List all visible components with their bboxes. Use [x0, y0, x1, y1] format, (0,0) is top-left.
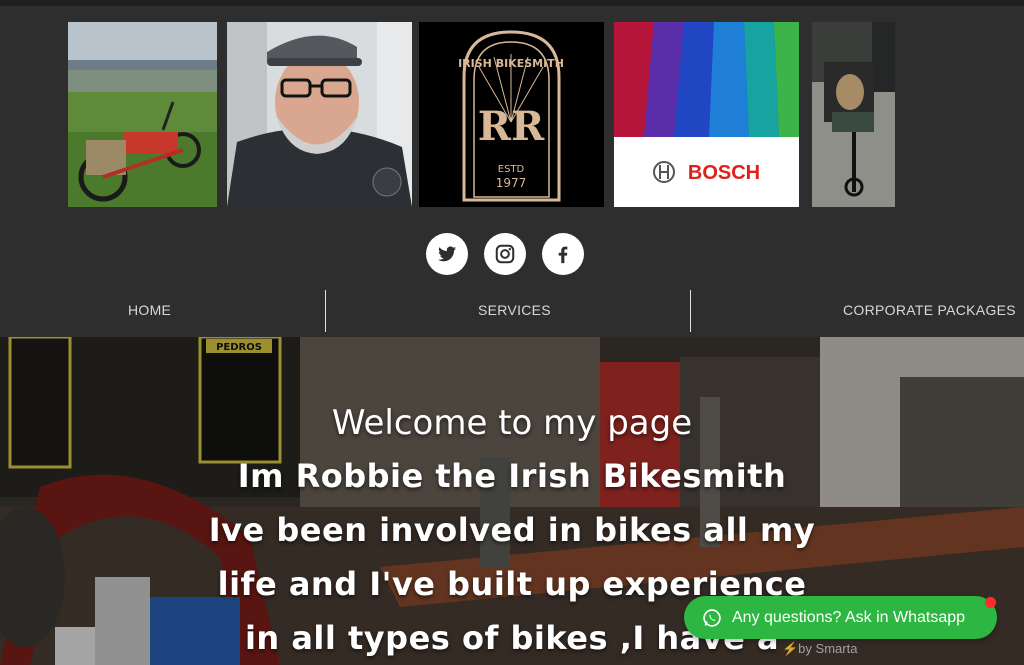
bearded-man-selfie-photo — [227, 22, 412, 207]
main-nav: HOME SERVICES CORPORATE PACKAGES — [0, 287, 1024, 337]
nav-item-corporate-packages[interactable]: CORPORATE PACKAGES — [843, 287, 1016, 337]
gallery-photo-portrait[interactable] — [227, 22, 412, 207]
facebook-button[interactable] — [542, 233, 584, 275]
whatsapp-chat-button[interactable]: Any questions? Ask in Whatsapp — [684, 596, 997, 639]
gallery-photo-cargo-bike[interactable] — [68, 22, 217, 207]
hero-line: Welcome to my page — [331, 403, 693, 443]
whatsapp-label: Any questions? Ask in Whatsapp — [732, 608, 966, 626]
hero-line: Im Robbie the Irish Bikesmith — [237, 457, 787, 495]
facebook-icon — [558, 246, 568, 264]
logo-top-text: IRISH BIKESMITH — [458, 57, 564, 70]
logo-monogram: RR — [478, 103, 545, 150]
gallery-logo-bosch[interactable]: BOSCH — [614, 22, 799, 207]
nav-item-home[interactable]: HOME — [128, 287, 171, 337]
gallery-photo-dog[interactable] — [812, 22, 895, 207]
logo-estd: ESTD — [498, 164, 525, 175]
cargo-bike-seaside-photo — [68, 22, 217, 207]
gallery-logo-irish-bikesmith[interactable]: IRISH BIKESMITH RR ESTD 1977 — [419, 22, 604, 207]
bosch-brand-text: BOSCH — [688, 162, 760, 184]
hero-line: Ive been involved in bikes all my — [208, 511, 816, 549]
bosch-logo-photo: BOSCH — [614, 22, 799, 207]
instagram-button[interactable] — [484, 233, 526, 275]
nav-divider — [325, 290, 326, 332]
notification-dot — [985, 597, 996, 608]
rr-irish-bikesmith-logo: IRISH BIKESMITH RR ESTD 1977 — [419, 22, 604, 207]
social-links — [426, 233, 586, 275]
powered-by-text: ⚡by Smarta — [782, 641, 858, 656]
instagram-icon — [495, 244, 515, 264]
photo-gallery: IRISH BIKESMITH RR ESTD 1977 BOSCH — [0, 22, 1024, 207]
nav-divider — [690, 290, 691, 332]
twitter-icon — [437, 246, 457, 262]
dog-on-cargo-bike-photo — [812, 22, 895, 207]
twitter-button[interactable] — [426, 233, 468, 275]
top-bar — [0, 0, 1024, 6]
whatsapp-icon — [703, 608, 721, 627]
logo-year: 1977 — [496, 176, 527, 190]
nav-item-services[interactable]: SERVICES — [478, 287, 551, 337]
